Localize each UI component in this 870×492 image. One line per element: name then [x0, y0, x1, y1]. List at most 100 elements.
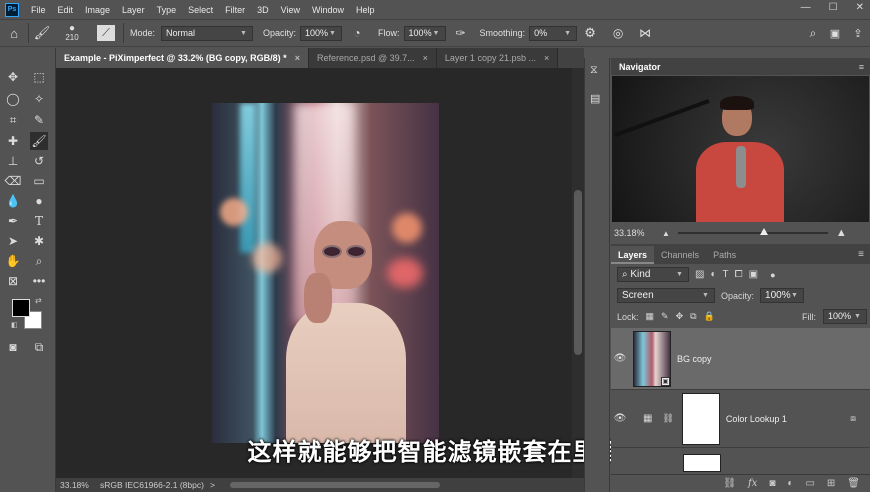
- blur-tool-icon[interactable]: 💧: [4, 192, 22, 210]
- lock-position-icon[interactable]: ✥: [676, 311, 684, 322]
- fill-input[interactable]: 100% ▼: [823, 309, 867, 324]
- gear-icon[interactable]: ⚙: [577, 25, 603, 41]
- history-icon[interactable]: ⧖: [590, 64, 598, 77]
- navigator-title[interactable]: Navigator: [611, 62, 661, 72]
- menu-filter[interactable]: Filter: [219, 5, 251, 15]
- stamp-tool-icon[interactable]: ⊥: [4, 152, 22, 170]
- horizontal-scroll-thumb[interactable]: [230, 482, 440, 488]
- filter-smart-object-icon[interactable]: ▣: [749, 269, 758, 280]
- navigator-zoom-value[interactable]: 33.18%: [614, 228, 654, 238]
- status-arrow[interactable]: >: [210, 480, 215, 490]
- zoom-slider-thumb[interactable]: [760, 228, 769, 235]
- tab-reference[interactable]: Reference.psd @ 39.7... ×: [308, 48, 437, 68]
- blend-mode-select[interactable]: Screen ▼: [617, 288, 715, 303]
- fx-icon[interactable]: fx: [748, 478, 757, 489]
- filter-adjustment-icon[interactable]: ◐: [710, 269, 716, 280]
- layer-name[interactable]: Color Lookup 1: [726, 414, 787, 424]
- airbrush-icon[interactable]: ✑: [446, 26, 476, 40]
- type-tool-icon[interactable]: T: [30, 212, 48, 230]
- pressure-size-icon[interactable]: ◎: [603, 26, 633, 40]
- group-icon[interactable]: ▭: [805, 478, 814, 489]
- home-icon[interactable]: ⌂: [0, 26, 28, 41]
- document-image[interactable]: [212, 103, 439, 443]
- smoothing-input[interactable]: 0% ▼: [529, 25, 578, 41]
- close-icon[interactable]: ×: [295, 53, 300, 63]
- layer-mask-thumbnail-partial[interactable]: [683, 454, 721, 472]
- swap-colors-icon[interactable]: ⇄: [35, 296, 42, 305]
- magic-wand-tool-icon[interactable]: ✧: [30, 90, 48, 108]
- workspace-icon[interactable]: ▣: [824, 27, 846, 40]
- flow-input[interactable]: 100% ▼: [403, 25, 446, 41]
- menu-view[interactable]: View: [275, 5, 306, 15]
- pressure-opacity-icon[interactable]: ◔: [342, 26, 372, 40]
- layer-row-color-lookup[interactable]: 👁 ▦ ⛓ Color Lookup 1 ⧈: [611, 390, 870, 448]
- dodge-tool-icon[interactable]: ●: [30, 192, 48, 210]
- frame-tool-icon[interactable]: ⊠: [4, 272, 22, 290]
- visibility-eye-icon[interactable]: 👁: [611, 353, 629, 364]
- tab-paths[interactable]: Paths: [706, 246, 743, 264]
- filter-kind-select[interactable]: ⌕ Kind ▼: [617, 267, 689, 282]
- link-icon[interactable]: ⛓: [662, 413, 673, 424]
- menu-window[interactable]: Window: [306, 5, 350, 15]
- adjustment-icon[interactable]: ◐: [787, 478, 793, 489]
- smart-filter-icon[interactable]: ⧈: [850, 413, 856, 424]
- gradient-tool-icon[interactable]: ▭: [30, 172, 48, 190]
- shape-tool-icon[interactable]: ✱: [30, 232, 48, 250]
- brush-settings-icon[interactable]: ⟋: [97, 25, 115, 41]
- share-icon[interactable]: ⇪: [846, 27, 870, 40]
- menu-edit[interactable]: Edit: [52, 5, 80, 15]
- photoshop-logo[interactable]: Ps: [5, 2, 19, 17]
- link-layers-icon[interactable]: ⛓: [723, 478, 736, 489]
- layer-opacity-input[interactable]: 100% ▼: [760, 288, 805, 303]
- menu-image[interactable]: Image: [79, 5, 116, 15]
- search-icon[interactable]: ⌕: [802, 26, 824, 41]
- menu-type[interactable]: Type: [151, 5, 183, 15]
- quick-mask-icon[interactable]: ◙: [4, 338, 22, 356]
- menu-help[interactable]: Help: [350, 5, 381, 15]
- close-icon[interactable]: ×: [423, 53, 428, 63]
- tab-layer1copy[interactable]: Layer 1 copy 21.psb ... ×: [436, 48, 559, 68]
- close-window-button[interactable]: ✕: [856, 2, 864, 13]
- maximize-button[interactable]: ☐: [829, 2, 838, 13]
- marquee-tool-icon[interactable]: ⬚: [30, 68, 48, 86]
- foreground-color-swatch[interactable]: [12, 299, 30, 317]
- zoom-tool-icon[interactable]: ⌕: [30, 252, 48, 270]
- panel-menu-icon[interactable]: ≡: [859, 62, 870, 72]
- menu-select[interactable]: Select: [182, 5, 219, 15]
- new-layer-icon[interactable]: ⊞: [827, 478, 835, 489]
- minimize-button[interactable]: —: [801, 2, 811, 13]
- zoom-out-icon[interactable]: ▲: [662, 229, 670, 238]
- menu-3d[interactable]: 3D: [251, 5, 275, 15]
- close-icon[interactable]: ×: [544, 53, 549, 63]
- eraser-tool-icon[interactable]: ⌫: [4, 172, 22, 190]
- lasso-tool-icon[interactable]: ◯: [4, 90, 22, 108]
- status-zoom[interactable]: 33.18%: [60, 480, 98, 490]
- trash-icon[interactable]: 🗑: [847, 478, 860, 489]
- menu-layer[interactable]: Layer: [116, 5, 151, 15]
- filter-pixel-icon[interactable]: ▨: [695, 269, 704, 280]
- brush-tool-icon[interactable]: 🖌: [29, 25, 55, 41]
- path-selection-icon[interactable]: ➤: [4, 232, 22, 250]
- filter-toggle-icon[interactable]: ●: [770, 270, 775, 280]
- move-tool-icon[interactable]: ✥: [4, 68, 22, 86]
- healing-tool-icon[interactable]: ✚: [4, 132, 22, 150]
- layer-name[interactable]: BG copy: [677, 354, 712, 364]
- lock-all-icon[interactable]: 🔒: [704, 311, 715, 322]
- hand-tool-icon[interactable]: ✋: [4, 252, 22, 270]
- symmetry-icon[interactable]: ⋈: [633, 26, 657, 40]
- screen-mode-icon[interactable]: ⧉: [30, 338, 48, 356]
- eyedropper-tool-icon[interactable]: ✎: [30, 111, 48, 129]
- default-colors-icon[interactable]: ◧: [11, 321, 18, 329]
- filter-shape-icon[interactable]: ⧠: [735, 269, 743, 280]
- add-mask-icon[interactable]: ◙: [769, 478, 775, 489]
- menu-file[interactable]: File: [25, 5, 52, 15]
- panel-menu-icon[interactable]: ≡: [858, 249, 870, 264]
- lock-transparent-icon[interactable]: ▦: [646, 311, 655, 322]
- tab-channels[interactable]: Channels: [654, 246, 706, 264]
- layer-row-bg-copy[interactable]: 👁 ▣ BG copy: [611, 328, 870, 390]
- layer-mask-thumbnail[interactable]: [681, 392, 720, 445]
- zoom-in-icon[interactable]: ▲: [836, 227, 847, 239]
- brush-preset-picker[interactable]: ● 210: [55, 24, 89, 43]
- more-tools-icon[interactable]: •••: [30, 272, 48, 290]
- navigator-zoom-slider[interactable]: [677, 228, 828, 235]
